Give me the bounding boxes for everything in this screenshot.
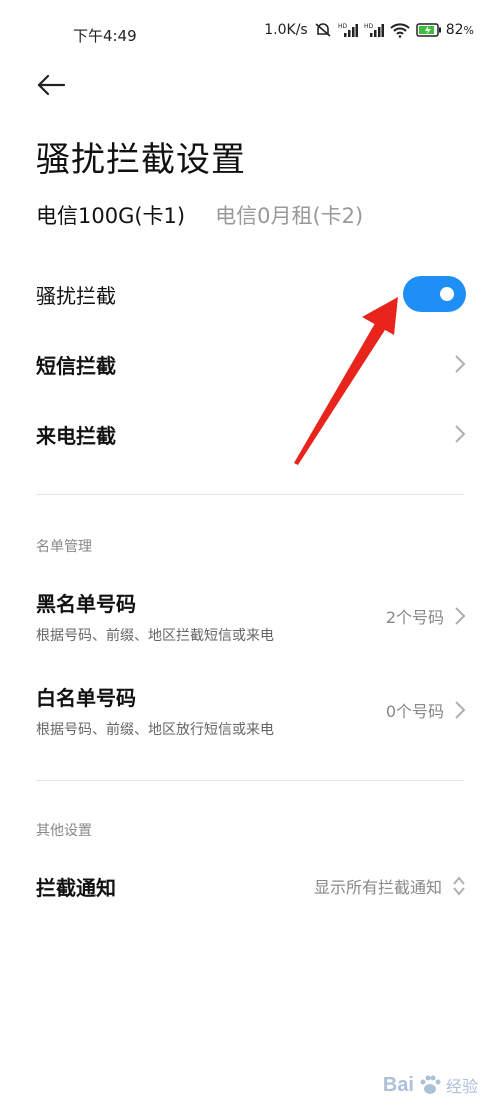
call-intercept-label: 来电拦截 — [36, 423, 116, 448]
battery-icon — [415, 23, 441, 37]
intercept-toggle-row[interactable]: 骚扰拦截 — [0, 272, 500, 316]
notify-row[interactable]: 拦截通知 显示所有拦截通知 — [0, 864, 500, 908]
blacklist-title: 黑名单号码 — [36, 591, 136, 616]
whitelist-subtitle: 根据号码、前缀、地区放行短信或来电 — [36, 721, 274, 738]
blacklist-subtitle: 根据号码、前缀、地区拦截短信或来电 — [36, 627, 274, 644]
sim-tab-1[interactable]: 电信100G(卡1) — [36, 200, 185, 230]
section-divider — [36, 494, 464, 495]
chevron-right-icon — [455, 355, 466, 373]
notify-value-group: 显示所有拦截通知 — [314, 874, 466, 898]
call-intercept-row[interactable]: 来电拦截 — [0, 412, 500, 456]
sms-intercept-row[interactable]: 短信拦截 — [0, 342, 500, 386]
battery-indicator: 82% — [415, 22, 474, 38]
svg-text:HD: HD — [364, 23, 374, 30]
notify-title: 拦截通知 — [36, 875, 116, 900]
other-section-label: 其他设置 — [36, 823, 92, 839]
svg-text:HD: HD — [338, 23, 348, 30]
chevron-right-icon — [455, 425, 466, 443]
signal-1-icon: HD — [338, 23, 358, 37]
network-speed: 1.0K/s — [264, 22, 308, 38]
paw-icon — [420, 1075, 441, 1094]
back-arrow-icon — [37, 74, 66, 96]
battery-level: 82 — [445, 22, 464, 38]
signal-2-icon: HD — [364, 23, 384, 37]
sim-tabs: 电信100G(卡1) 电信0月租(卡2) — [36, 200, 363, 230]
toggle-knob — [440, 287, 454, 301]
intercept-toggle[interactable] — [403, 276, 466, 312]
whitelist-count: 0个号码 — [385, 702, 444, 721]
watermark-sub: 经验 — [445, 1077, 478, 1096]
baidu-watermark: Bai 经验 — [383, 1073, 478, 1097]
watermark-brand: Bai — [382, 1073, 414, 1096]
sim-tab-2[interactable]: 电信0月租(卡2) — [215, 200, 363, 230]
page-title: 骚扰拦截设置 — [36, 140, 246, 180]
intercept-label: 骚扰拦截 — [36, 283, 116, 308]
list-section-label: 名单管理 — [36, 539, 92, 555]
section-divider — [36, 780, 464, 781]
whitelist-text: 白名单号码 根据号码、前缀、地区放行短信或来电 — [36, 682, 274, 739]
whitelist-title: 白名单号码 — [36, 685, 136, 710]
chevron-updown-icon — [453, 876, 465, 896]
blacklist-text: 黑名单号码 根据号码、前缀、地区拦截短信或来电 — [36, 588, 274, 645]
wifi-icon — [390, 23, 410, 38]
blacklist-count: 2个号码 — [385, 608, 444, 627]
whitelist-value-group: 0个号码 — [386, 698, 466, 722]
notify-value: 显示所有拦截通知 — [313, 878, 442, 897]
mute-icon — [315, 23, 331, 37]
blacklist-value-group: 2个号码 — [386, 604, 466, 628]
status-time: 下午4:49 — [73, 27, 137, 45]
annotation-arrow — [294, 297, 398, 465]
status-icons: 1.0K/s HD HD 82 % — [264, 22, 474, 38]
status-bar: 下午4:49 1.0K/s HD HD 82 % — [0, 0, 500, 60]
battery-percent-sign: % — [463, 23, 474, 37]
back-button[interactable] — [34, 68, 68, 102]
chevron-right-icon — [455, 607, 466, 625]
blacklist-row[interactable]: 黑名单号码 根据号码、前缀、地区拦截短信或来电 2个号码 — [0, 586, 500, 646]
sms-intercept-label: 短信拦截 — [36, 353, 116, 378]
whitelist-row[interactable]: 白名单号码 根据号码、前缀、地区放行短信或来电 0个号码 — [0, 680, 500, 740]
chevron-right-icon — [455, 701, 466, 719]
